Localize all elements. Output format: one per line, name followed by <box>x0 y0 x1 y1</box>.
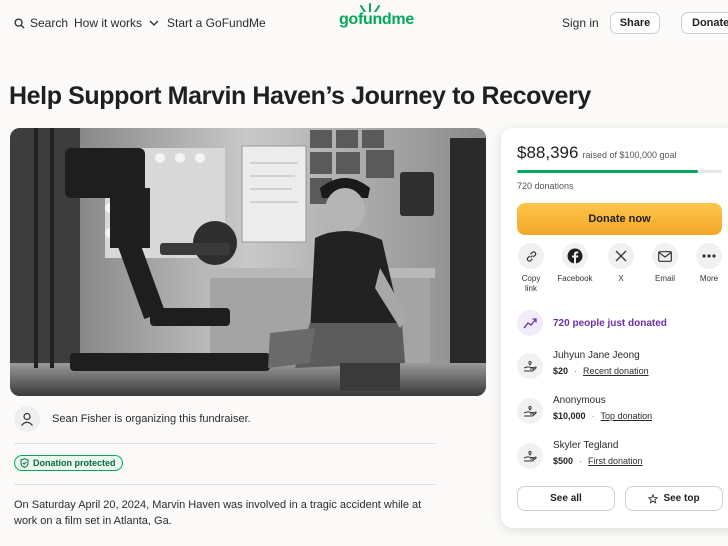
share-label: Email <box>654 274 675 283</box>
facebook-icon <box>567 248 583 264</box>
donation-hand-icon <box>523 360 537 372</box>
share-label: Copy link <box>521 274 541 293</box>
share-label: Facebook <box>557 274 593 283</box>
email-share-button[interactable]: Email <box>645 243 685 284</box>
donate-now-button[interactable]: Donate now <box>517 203 722 235</box>
progress-bar <box>517 170 722 173</box>
donor-item: Anonymous $10,000 · Top donation <box>517 395 652 424</box>
separator-dot: · <box>574 366 578 376</box>
x-icon <box>615 250 627 262</box>
story-text: On Saturday April 20, 2024, Marvin Haven… <box>14 499 422 527</box>
sprout-logo-icon <box>360 3 380 12</box>
donor-name: Juhyun Jane Jeong <box>553 350 640 361</box>
site-header: Search How it works Start a GoFundMe gof… <box>0 0 728 46</box>
donor-amount: $500 <box>553 456 574 466</box>
start-gofundme-link[interactable]: Start a GoFundMe <box>167 16 266 30</box>
donation-hand-icon <box>523 450 537 462</box>
start-gofundme-label: Start a GoFundMe <box>167 16 266 30</box>
link-icon <box>526 250 536 262</box>
just-donated-text: 720 people just donated <box>553 317 667 329</box>
star-icon <box>648 493 659 504</box>
trending-up-icon <box>523 318 537 329</box>
how-it-works-menu[interactable]: How it works <box>74 16 159 30</box>
search-label: Search <box>30 16 69 30</box>
organizer-text: Sean Fisher is organizing this fundraise… <box>52 413 251 425</box>
x-share-button[interactable]: X <box>601 243 641 284</box>
donor-name: Skyler Tegland <box>553 440 619 451</box>
shield-icon <box>20 458 29 468</box>
more-icon <box>702 254 716 258</box>
donor-item: Skyler Tegland $500 · First donation <box>517 440 643 469</box>
share-button[interactable]: Share <box>610 12 660 34</box>
donate-header-button[interactable]: Donate <box>681 12 728 34</box>
separator-dot: · <box>591 411 595 421</box>
sign-in-link[interactable]: Sign in <box>562 16 599 30</box>
page-title: Help Support Marvin Haven’s Journey to R… <box>9 82 591 110</box>
facebook-share-button[interactable]: Facebook <box>555 243 595 284</box>
share-label: More <box>699 274 719 283</box>
copy-link-button[interactable]: Copy link <box>511 243 551 294</box>
logo-text: gofundme <box>339 11 414 28</box>
share-label: X <box>618 274 624 283</box>
donor-name: Anonymous <box>553 395 606 406</box>
donor-amount: $10,000 <box>553 411 586 421</box>
see-top-button[interactable]: See top <box>625 486 723 511</box>
share-options: Copy link Facebook X Email More <box>515 243 728 303</box>
progress-fill <box>517 170 699 173</box>
email-icon <box>658 250 672 262</box>
separator-dot: · <box>579 456 583 466</box>
donor-tag-link[interactable]: Top donation <box>601 411 653 421</box>
raised-amount: $88,396 <box>517 143 579 162</box>
donation-count: 720 donations <box>517 181 574 191</box>
campaign-photo <box>10 128 486 396</box>
how-it-works-label: How it works <box>74 16 143 30</box>
see-all-button[interactable]: See all <box>517 486 615 511</box>
donation-hand-icon <box>523 405 537 417</box>
see-top-label: See top <box>663 493 700 504</box>
donation-protected-badge[interactable]: Donation protected <box>14 455 123 471</box>
donation-protected-label: Donation protected <box>33 458 116 468</box>
donation-card: $88,396 raised of $100,000 goal 720 dona… <box>501 128 728 528</box>
donor-tag-link[interactable]: Recent donation <box>583 366 649 376</box>
goal-text: raised of $100,000 goal <box>582 150 677 160</box>
search-icon <box>14 17 25 29</box>
gofundme-logo[interactable]: gofundme <box>339 3 414 29</box>
donor-amount: $20 <box>553 366 569 376</box>
donor-tag-link[interactable]: First donation <box>588 456 643 466</box>
user-icon <box>14 406 40 432</box>
search-button[interactable]: Search <box>14 16 68 30</box>
divider <box>14 484 436 485</box>
raised-summary: $88,396 raised of $100,000 goal <box>517 143 677 163</box>
organizer-row: Sean Fisher is organizing this fundraise… <box>14 406 436 432</box>
divider <box>14 443 436 444</box>
just-donated-row: 720 people just donated <box>517 310 667 336</box>
donor-item: Juhyun Jane Jeong $20 · Recent donation <box>517 350 649 379</box>
chevron-down-icon <box>149 20 159 26</box>
more-share-button[interactable]: More <box>689 243 728 284</box>
